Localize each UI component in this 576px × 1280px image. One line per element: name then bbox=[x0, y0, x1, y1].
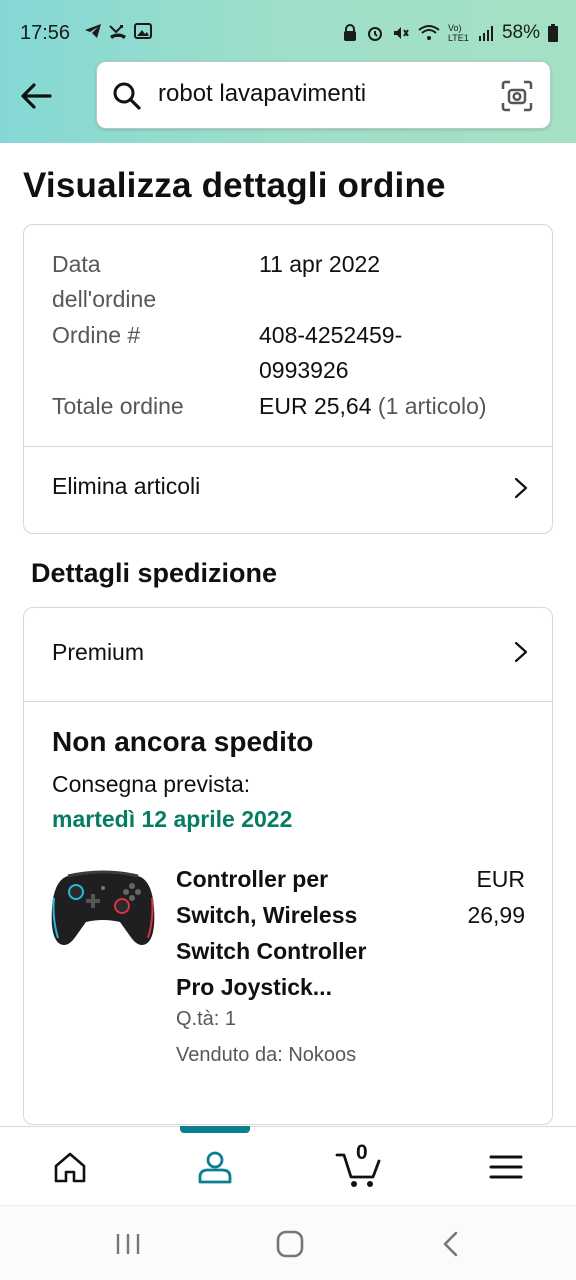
app-header: 17:56 Vo) LTE1 58% robot lavapavimenti bbox=[0, 0, 576, 143]
chevron-right-icon bbox=[514, 477, 528, 499]
product-seller: Venduto da: Nokoos bbox=[176, 1044, 357, 1066]
product-quantity: Q.tà: 1 bbox=[176, 1008, 237, 1030]
search-icon bbox=[113, 82, 141, 110]
order-total-value: EUR 25,64 (1 articolo) bbox=[259, 389, 487, 424]
product-image[interactable] bbox=[50, 868, 156, 954]
wifi-icon bbox=[418, 25, 440, 40]
battery-icon bbox=[548, 24, 558, 42]
shipment-card: Premium Non ancora spedito Consegna prev… bbox=[23, 607, 553, 1125]
status-bar: 17:56 Vo) LTE1 58% bbox=[0, 0, 576, 64]
account-icon[interactable] bbox=[195, 1147, 235, 1187]
recent-apps-icon[interactable] bbox=[112, 1228, 144, 1260]
search-query-text: robot lavapavimenti bbox=[158, 80, 367, 107]
shipment-status: Non ancora spedito bbox=[52, 726, 314, 757]
search-input[interactable]: robot lavapavimenti bbox=[96, 61, 551, 129]
shipping-method-row[interactable]: Premium bbox=[24, 608, 552, 701]
chevron-right-icon bbox=[514, 641, 528, 663]
remove-items-label: Elimina articoli bbox=[52, 473, 201, 499]
lock-icon bbox=[343, 24, 356, 41]
price-currency: EUR bbox=[476, 866, 525, 892]
alarm-icon bbox=[367, 27, 382, 41]
menu-icon[interactable] bbox=[486, 1147, 526, 1187]
back-arrow-icon[interactable] bbox=[16, 76, 56, 116]
order-date-label-line2: dell'ordine bbox=[52, 286, 157, 312]
order-total-items: (1 articolo) bbox=[377, 393, 487, 419]
order-total-label: Totale ordine bbox=[52, 393, 184, 419]
cart-button[interactable]: 0 bbox=[335, 1141, 385, 1189]
system-navigation-bar bbox=[0, 1205, 576, 1280]
shipping-section-title: Dettagli spedizione bbox=[31, 558, 278, 588]
product-price: EUR 26,99 bbox=[425, 861, 525, 933]
delivery-label: Consegna prevista: bbox=[52, 771, 251, 797]
status-left-icons bbox=[84, 22, 152, 40]
camera-scan-icon[interactable] bbox=[500, 79, 534, 113]
active-tab-indicator bbox=[180, 1126, 250, 1133]
gallery-icon bbox=[134, 23, 152, 39]
order-date-value: 11 apr 2022 bbox=[259, 251, 381, 277]
product-name-line: Pro Joystick... bbox=[176, 974, 332, 1000]
shipping-method-label: Premium bbox=[52, 639, 145, 665]
product-name-link[interactable]: Controller per Switch, Wireless Switch C… bbox=[176, 861, 416, 1005]
order-total-amount: EUR 25,64 bbox=[259, 393, 372, 419]
order-date-label-line1: Data bbox=[52, 251, 101, 277]
mute-icon bbox=[393, 27, 409, 39]
order-summary-card: Data dell'ordine 11 apr 2022 Ordine # 40… bbox=[23, 224, 553, 534]
product-name-line: Switch Controller bbox=[176, 938, 367, 964]
price-amount: 26,99 bbox=[467, 902, 525, 928]
order-number-value-line2: 0993926 bbox=[259, 357, 349, 383]
page-title: Visualizza dettagli ordine bbox=[23, 166, 446, 205]
bottom-navigation: 0 bbox=[0, 1126, 576, 1205]
battery-percent: 58% bbox=[501, 22, 540, 43]
signal-icon bbox=[478, 26, 493, 41]
remove-items-row[interactable]: Elimina articoli bbox=[24, 447, 552, 533]
delivery-date: martedì 12 aprile 2022 bbox=[52, 806, 293, 832]
back-button-icon[interactable] bbox=[436, 1228, 468, 1260]
home-icon[interactable] bbox=[50, 1147, 90, 1187]
network-label: Vo) LTE1 bbox=[447, 23, 469, 43]
home-button-icon[interactable] bbox=[274, 1228, 306, 1260]
product-name-line: Switch, Wireless bbox=[176, 902, 358, 928]
order-number-label: Ordine # bbox=[52, 322, 141, 348]
status-right-icons: Vo) LTE1 58% bbox=[342, 22, 558, 44]
missed-call-icon bbox=[109, 25, 126, 39]
status-time: 17:56 bbox=[20, 22, 71, 44]
divider bbox=[24, 701, 552, 702]
telegram-icon bbox=[85, 24, 101, 38]
cart-count-badge: 0 bbox=[356, 1141, 368, 1164]
order-number-value-line1: 408-4252459- bbox=[259, 322, 403, 348]
product-name-line: Controller per bbox=[176, 866, 329, 892]
